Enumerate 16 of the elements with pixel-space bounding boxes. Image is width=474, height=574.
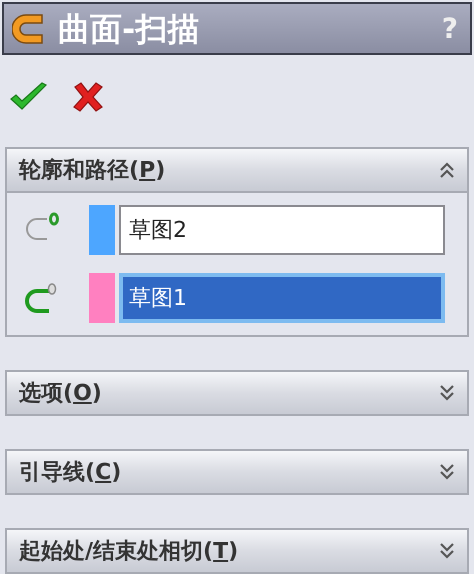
cancel-x-icon[interactable] [72,81,104,113]
section-title: 引导线(C) [19,458,122,486]
section-header[interactable]: 选项(O) [5,370,469,416]
section-header[interactable]: 引导线(C) [5,449,469,495]
collapse-chevron-icon[interactable] [439,161,455,179]
section-header[interactable]: 起始处/结束处相切(T) [5,528,469,574]
selection-field[interactable]: 草图2 [119,205,445,255]
window-title: 曲面-扫描 [58,8,200,50]
expand-chevron-icon[interactable] [439,542,455,560]
section-header[interactable]: 轮廓和路径(P) [5,147,469,193]
section-title: 选项(O) [19,380,102,408]
section-title: 轮廓和路径(P) [19,156,166,184]
section-title: 起始处/结束处相切(T) [19,538,238,566]
expand-chevron-icon[interactable] [439,463,455,481]
selection-field[interactable]: 草图1 [119,273,445,323]
expand-chevron-icon[interactable] [439,384,455,402]
